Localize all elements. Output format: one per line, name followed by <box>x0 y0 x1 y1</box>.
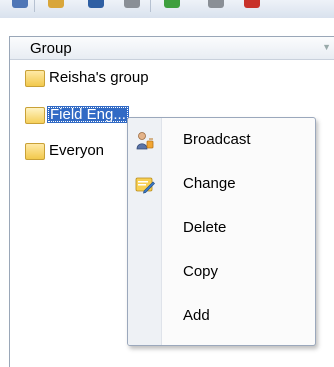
menu-item-label: Broadcast <box>183 131 251 148</box>
tree-item-label: Field Eng... <box>47 106 129 123</box>
menu-item-change[interactable]: Change <box>128 166 315 204</box>
toolbar-tool-icon[interactable] <box>124 0 140 8</box>
folder-icon <box>25 70 45 87</box>
toolbar-separator <box>34 0 35 12</box>
broadcast-icon <box>136 132 154 150</box>
toolbar-separator <box>150 0 151 12</box>
folder-icon <box>25 143 45 160</box>
menu-item-delete[interactable]: Delete <box>128 210 315 248</box>
group-column-header[interactable]: Group ▼ <box>10 37 334 60</box>
toolbar-copy-icon[interactable] <box>208 0 224 8</box>
menu-item-label: Delete <box>183 219 227 236</box>
toolbar-window-icon[interactable] <box>88 0 104 8</box>
group-column-header-label: Group <box>30 40 72 57</box>
menu-item-label: Add <box>183 307 210 324</box>
toolbar-user-icon[interactable] <box>12 0 28 8</box>
tree-item-label: Everyon <box>49 142 105 159</box>
edit-icon <box>135 177 155 194</box>
menu-item-label: Copy <box>183 263 219 280</box>
menu-item-broadcast[interactable]: Broadcast <box>128 122 315 160</box>
toolbar-settings-icon[interactable] <box>48 0 64 8</box>
tree-item-label: Reisha's group <box>49 69 149 86</box>
menu-item-add[interactable]: Add <box>128 298 315 336</box>
chevron-down-icon: ▼ <box>322 42 331 52</box>
menu-item-label: Change <box>183 175 236 192</box>
context-menu: Broadcast Change Delete Copy Add <box>127 117 316 346</box>
toolbar <box>0 0 334 18</box>
menu-item-copy[interactable]: Copy <box>128 254 315 292</box>
folder-open-icon <box>25 107 45 124</box>
toolbar-delete-icon[interactable] <box>244 0 260 8</box>
toolbar-add-icon[interactable] <box>164 0 180 8</box>
